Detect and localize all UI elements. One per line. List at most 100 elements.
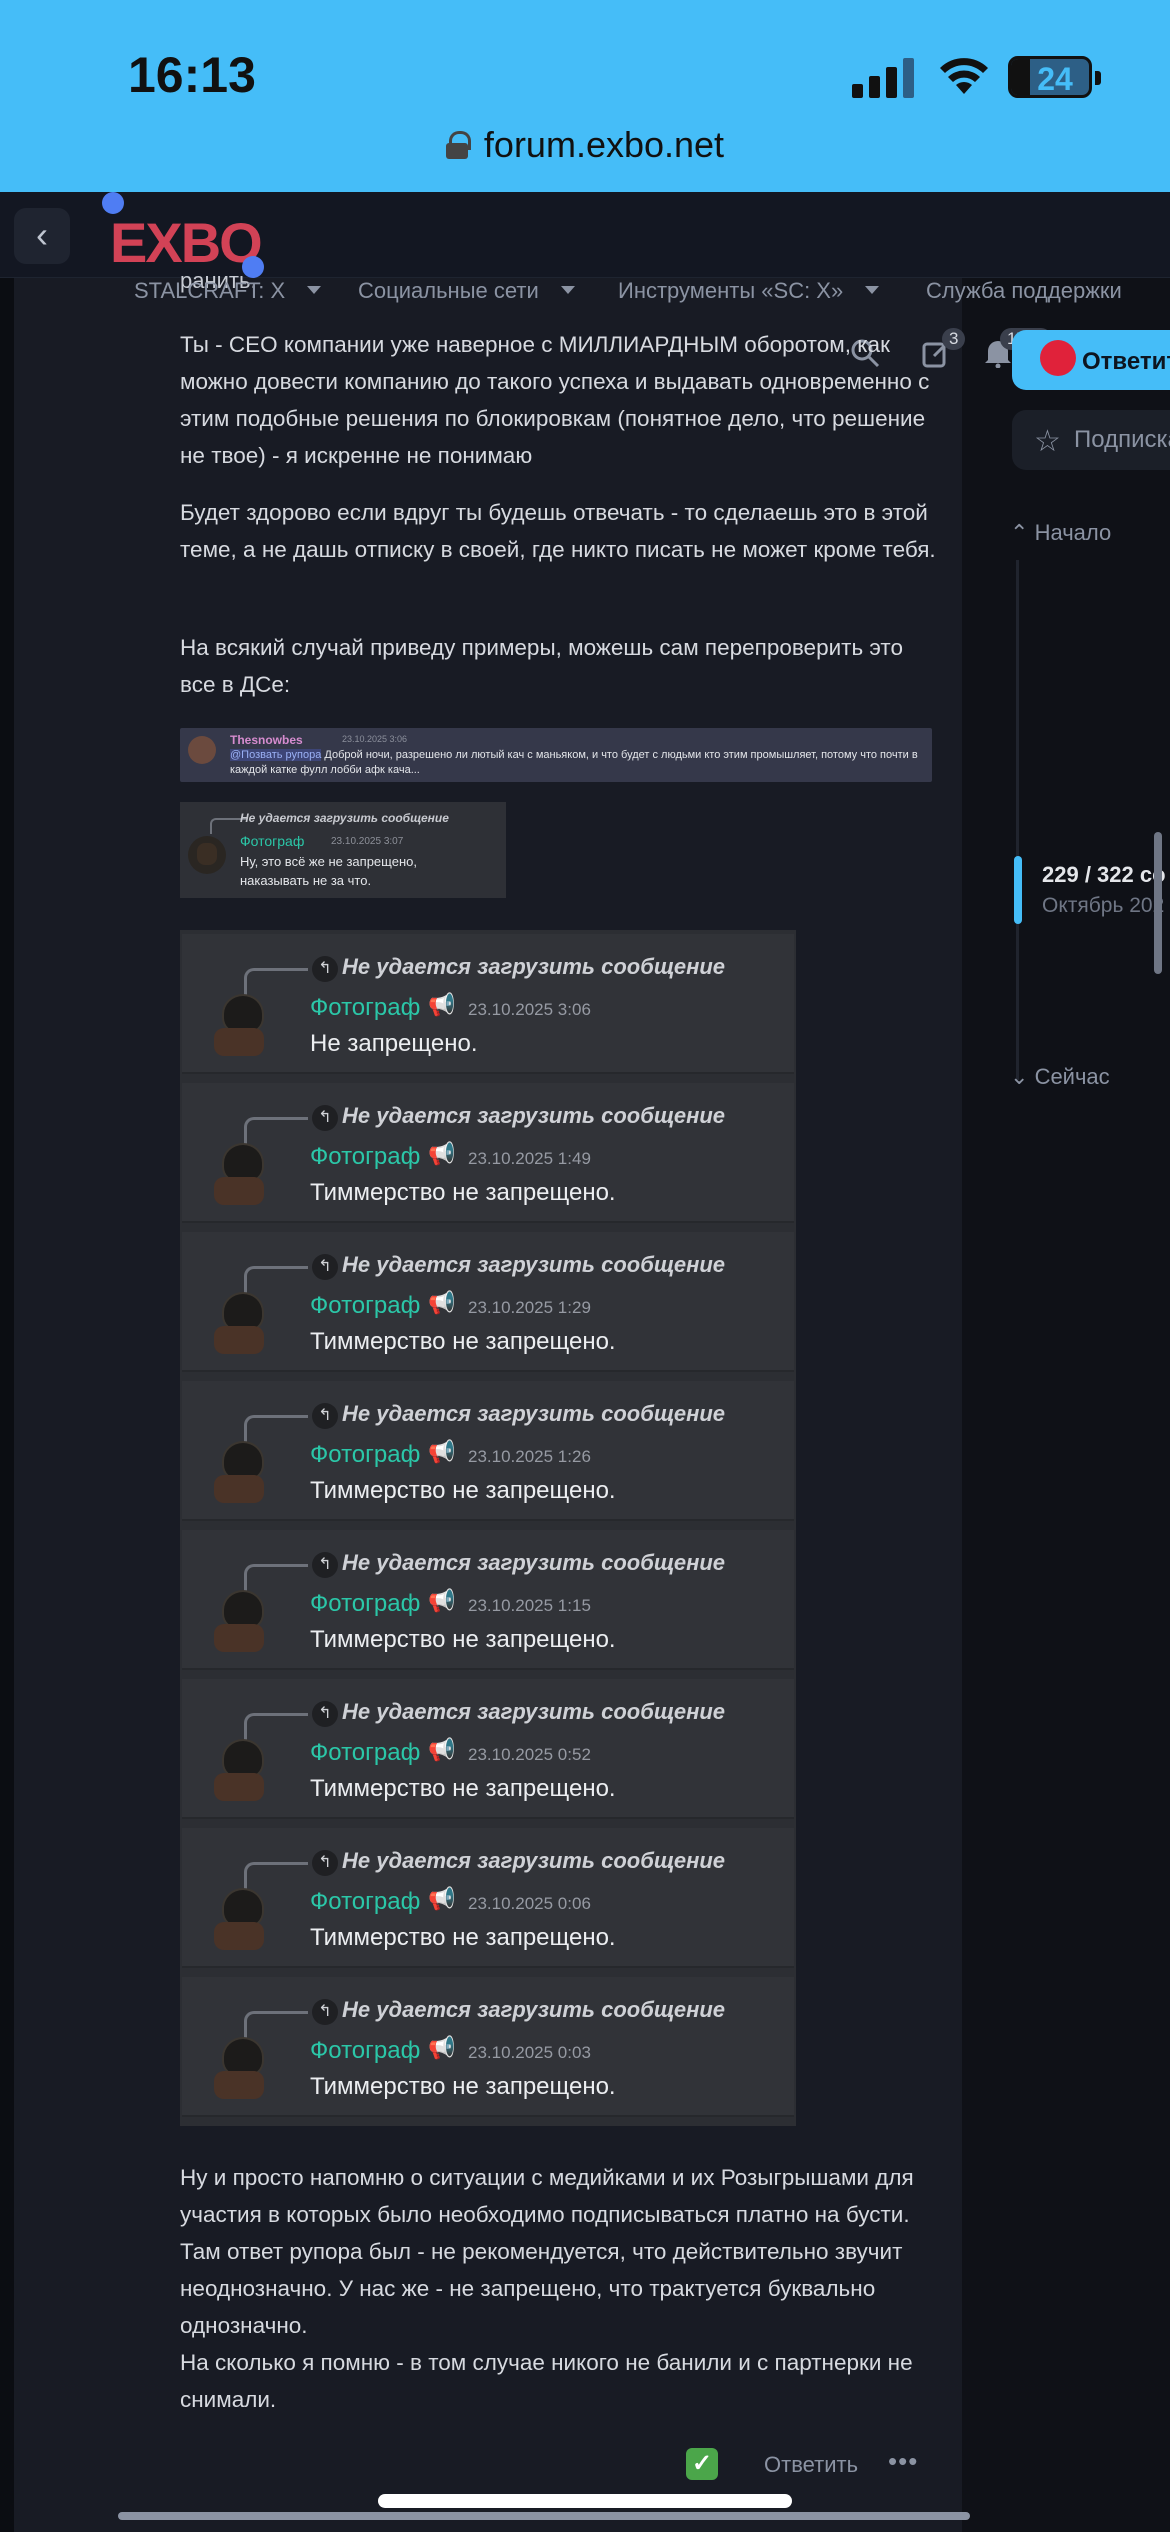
chevron-down-icon bbox=[865, 286, 880, 294]
message-text: Тиммерство не запрещено. bbox=[310, 2073, 616, 2100]
avatar bbox=[210, 1437, 274, 1507]
reply-icon: ↰ bbox=[312, 1254, 338, 1280]
timeline-handle[interactable] bbox=[1014, 856, 1022, 924]
site-logo[interactable]: EXBO bbox=[110, 210, 263, 274]
message-date: 23.10.2025 1:29 bbox=[468, 1298, 591, 1317]
message-date: 23.10.2025 1:15 bbox=[468, 1596, 591, 1615]
nav-support[interactable]: Служба поддержки bbox=[926, 278, 1122, 304]
embedded-screenshot[interactable]: Thesnowbes 23.10.2025 3:06 @Позвать рупо… bbox=[180, 728, 932, 782]
reply-button-top[interactable]: Ответить bbox=[1012, 330, 1170, 390]
reply-notice: Не удается загрузить сообщение bbox=[240, 811, 449, 825]
top-nav: STALCRAFT: X Социальные сети Инструменты… bbox=[0, 278, 1170, 308]
discord-message: ↰ Не удается загрузить сообщение Фотогра… bbox=[182, 1530, 794, 1670]
discord-message: ↰ Не удается загрузить сообщение Фотогра… bbox=[182, 1977, 794, 2117]
megaphone-icon: 📢 bbox=[428, 1439, 456, 1464]
timeline-track[interactable] bbox=[1016, 560, 1019, 1080]
author-name: Фотограф bbox=[310, 1441, 421, 1468]
reply-icon: ↰ bbox=[312, 1105, 338, 1131]
discord-message: ↰ Не удается загрузить сообщение Фотогра… bbox=[182, 1083, 794, 1223]
message-date: 23.10.2025 1:26 bbox=[468, 1447, 591, 1466]
message-text: Тиммерство не запрещено. bbox=[310, 1626, 616, 1653]
message-text: @Позвать рупора Доброй ночи, разрешено л… bbox=[230, 749, 918, 776]
vertical-scrollbar[interactable] bbox=[1154, 832, 1162, 974]
avatar bbox=[210, 1139, 274, 1209]
reply-link[interactable]: Ответить bbox=[764, 2452, 858, 2478]
avatar bbox=[210, 1288, 274, 1358]
reply-icon: ↰ bbox=[312, 1552, 338, 1578]
avatar bbox=[210, 1735, 274, 1805]
post-paragraph: Будет здорово если вдруг ты будешь отвеч… bbox=[180, 500, 936, 562]
user-avatar[interactable] bbox=[1040, 340, 1076, 376]
message-text: Тиммерство не запрещено. bbox=[310, 1477, 616, 1504]
message-date: 23.10.2025 1:49 bbox=[468, 1149, 591, 1168]
author-name: Фотограф bbox=[310, 1143, 421, 1170]
discord-message: ↰ Не удается загрузить сообщение Фотогра… bbox=[182, 1232, 794, 1372]
post-paragraph: Ты - СЕО компании уже наверное с МИЛЛИАР… bbox=[180, 332, 930, 468]
post-paragraph: Ну и просто напомню о ситуации с медийка… bbox=[180, 2165, 914, 2412]
embedded-screenshot[interactable]: Не удается загрузить сообщение Фотограф … bbox=[180, 802, 506, 898]
avatar bbox=[210, 990, 274, 1060]
message-text: Тиммерство не запрещено. bbox=[310, 1924, 616, 1951]
double-chevron-up-icon: ⌃ bbox=[1010, 520, 1029, 545]
horizontal-scrollbar[interactable] bbox=[118, 2512, 970, 2520]
back-button[interactable]: ‹ bbox=[14, 208, 70, 264]
cellular-signal-icon bbox=[852, 58, 914, 98]
reply-icon: ↰ bbox=[312, 1850, 338, 1876]
nav-tools[interactable]: Инструменты «SC: X» bbox=[618, 278, 880, 304]
message-text: Тиммерство не запрещено. bbox=[310, 1179, 616, 1206]
avatar bbox=[188, 836, 226, 874]
more-options-icon[interactable]: ••• bbox=[888, 2446, 918, 2477]
author-name: Фотограф bbox=[310, 1292, 421, 1319]
battery-percent: 24 bbox=[1037, 61, 1073, 97]
wifi-icon bbox=[940, 58, 988, 94]
discord-message: ↰ Не удается загрузить сообщение Фотогра… bbox=[182, 934, 794, 1074]
author-name: Фотограф bbox=[310, 994, 421, 1021]
embedded-screenshot-messages[interactable]: ↰ Не удается загрузить сообщение Фотогра… bbox=[180, 930, 796, 2126]
reply-icon: ↰ bbox=[312, 1999, 338, 2025]
message-date: 23.10.2025 0:03 bbox=[468, 2043, 591, 2062]
megaphone-icon: 📢 bbox=[428, 1886, 456, 1911]
chevron-down-icon bbox=[560, 286, 575, 294]
author-name: Фотограф bbox=[310, 2037, 421, 2064]
timeline-post-count: 229 / 322 со bbox=[1042, 862, 1166, 887]
author-name: Thesnowbes bbox=[230, 733, 303, 747]
author-name: Фотограф bbox=[240, 833, 305, 849]
post-paragraph: На всякий случай приведу примеры, можешь… bbox=[180, 635, 903, 697]
discord-message: ↰ Не удается загрузить сообщение Фотогра… bbox=[182, 1828, 794, 1968]
nav-stalcraft[interactable]: STALCRAFT: X bbox=[134, 278, 322, 304]
message-date: 23.10.2025 3:07 bbox=[331, 836, 404, 847]
battery-icon: 24 bbox=[1008, 56, 1101, 98]
left-rail bbox=[0, 278, 14, 2532]
lock-icon bbox=[445, 131, 471, 159]
megaphone-icon: 📢 bbox=[428, 992, 456, 1017]
avatar bbox=[210, 2033, 274, 2103]
megaphone-icon: 📢 bbox=[428, 2035, 456, 2060]
address-bar[interactable]: forum.exbo.net bbox=[0, 124, 1170, 166]
message-text: Тиммерство не запрещено. bbox=[310, 1775, 616, 1802]
discord-message: ↰ Не удается загрузить сообщение Фотогра… bbox=[182, 1679, 794, 1819]
message-text: Не запрещено. bbox=[310, 1030, 478, 1057]
avatar bbox=[210, 1884, 274, 1954]
timeline-start-link[interactable]: ⌃ Начало bbox=[1010, 520, 1111, 546]
home-indicator[interactable] bbox=[378, 2494, 792, 2508]
message-date: 23.10.2025 0:06 bbox=[468, 1894, 591, 1913]
discord-message: ↰ Не удается загрузить сообщение Фотогра… bbox=[182, 1381, 794, 1521]
megaphone-icon: 📢 bbox=[428, 1141, 456, 1166]
message-text: Ну, это всё же не запрещено, наказывать н… bbox=[240, 854, 417, 888]
checkmark-icon[interactable]: ✓ bbox=[686, 2448, 718, 2480]
avatar bbox=[210, 1586, 274, 1656]
mention: @Позвать рупора bbox=[230, 749, 322, 761]
url-text: forum.exbo.net bbox=[483, 124, 725, 165]
message-date: 23.10.2025 3:06 bbox=[342, 734, 408, 744]
timeline-end-link[interactable]: ⌄ Сейчас bbox=[1010, 1064, 1110, 1090]
reply-icon: ↰ bbox=[312, 1403, 338, 1429]
reply-icon: ↰ bbox=[312, 1701, 338, 1727]
timeline-date: Октябрь 202 bbox=[1042, 894, 1165, 917]
forum-header: ‹ EXBO bbox=[0, 192, 1170, 278]
browser-top-bar: 16:13 24 forum.exbo.net bbox=[0, 0, 1170, 192]
author-name: Фотограф bbox=[310, 1590, 421, 1617]
nav-social[interactable]: Социальные сети bbox=[358, 278, 575, 304]
avatar bbox=[188, 736, 216, 764]
selection-handle-start[interactable] bbox=[102, 192, 124, 214]
megaphone-icon: 📢 bbox=[428, 1290, 456, 1315]
